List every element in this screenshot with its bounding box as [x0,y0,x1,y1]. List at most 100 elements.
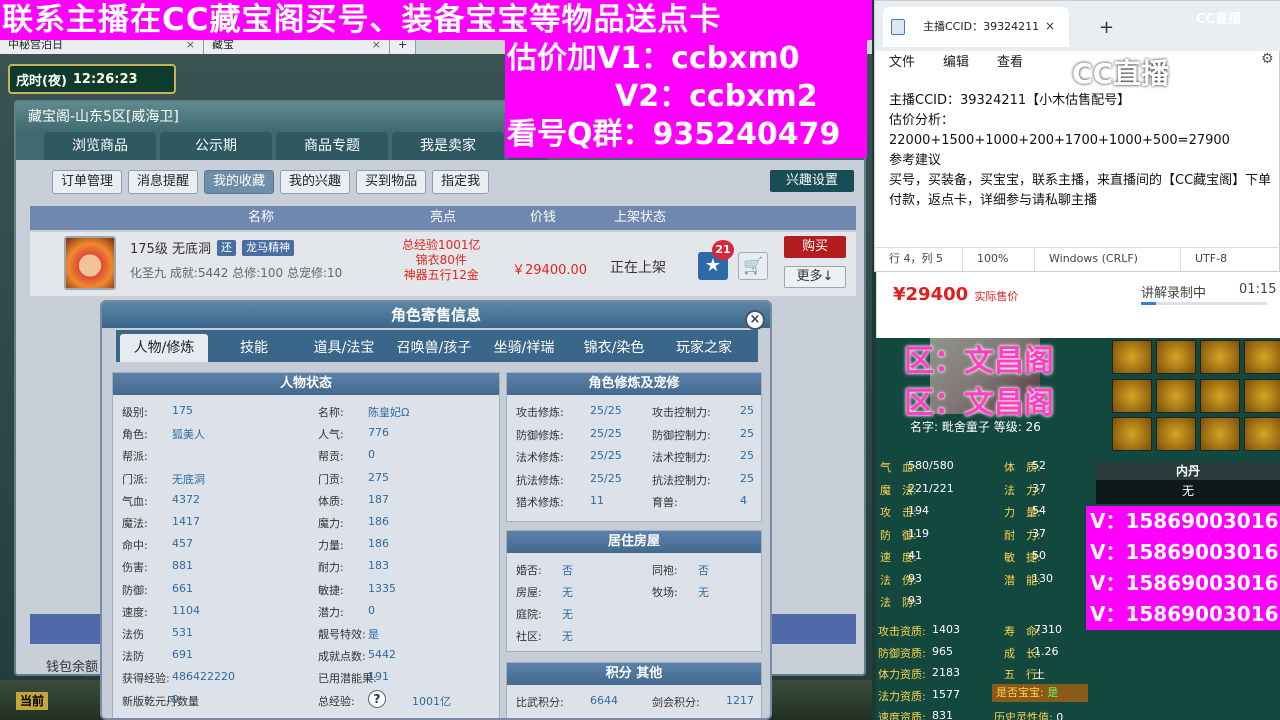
clock-time: 12:26:23 [72,71,138,87]
current-channel-button[interactable]: 当前 [16,692,48,710]
score-field-label: 比武积分: [516,696,564,709]
house-field: 房屋: 无 [516,584,573,600]
pet-skill-icon[interactable] [1244,417,1280,452]
status-field-value: 187 [368,492,389,506]
server-area-label: 区：文昌阁 [904,386,1054,421]
pet-aptitude-value: 1403 [932,623,960,636]
pet-skill-icon[interactable] [1156,417,1196,452]
status-field-label: 体质: [318,494,344,508]
pet-skill-icon[interactable] [1156,340,1196,374]
nav-topics[interactable]: 商品专题 [276,132,388,160]
menu-file[interactable]: 文件 [889,51,915,79]
subtab-messages[interactable]: 消息提醒 [128,170,199,194]
actual-price-note: 实际售价 [974,290,1019,303]
pet-stat: 体 质: 52 [1004,459,1046,475]
status-field-value: 275 [368,470,389,484]
notepad-tab[interactable]: 主播CCID：39324211 [883,7,1069,47]
tab-mounts[interactable]: 坐骑/祥瑞 [480,334,568,362]
pet-stat-value: 41 [908,549,922,562]
status-field-label: 门贡: [318,472,344,486]
buy-button[interactable]: 购买 [784,236,846,258]
pet-skill-icon[interactable] [1200,378,1240,413]
nav-public[interactable]: 公示期 [160,132,272,160]
pet-skill-icon[interactable] [1244,378,1280,413]
nav-seller[interactable]: 我是卖家 [392,132,504,160]
status-field-value: 9 [172,692,179,706]
tab-outfits[interactable]: 锦衣/染色 [570,334,658,362]
pet-skill-icon[interactable] [1112,417,1152,452]
cultivation-field-value: 25/25 [590,471,622,485]
tab-home[interactable]: 玩家之家 [660,334,748,362]
pet-skill-icon[interactable] [1244,340,1280,374]
cultivation-field-label: 抗法控制力: [652,473,711,487]
more-button[interactable]: 更多↓ [784,266,846,288]
subtab-assigned[interactable]: 指定我 [432,170,490,194]
status-field-label: 获得经验: [122,672,170,686]
status-field: 耐力: 183 [318,559,389,575]
pet-skill-icon[interactable] [1200,417,1240,452]
pet-level-label: 等级: [993,420,1022,434]
menu-edit[interactable]: 编辑 [943,51,969,79]
status-field-label: 气血: [122,494,148,508]
neidan-box: 内丹 无 [1096,462,1280,504]
nav-browse[interactable]: 浏览商品 [44,132,156,160]
pet-skill-icon[interactable] [1112,378,1152,413]
pet-skill-icon[interactable] [1200,340,1240,374]
cc-logo: CC直播 [1196,12,1242,27]
pet-aptitude: 速度资质: 831 [878,709,953,720]
status-field: 获得经验: 486422220 [122,670,235,686]
help-icon[interactable]: ? [368,689,386,708]
house-panel-title: 居住房屋 [507,531,761,553]
row-title: 175级 无底洞 还 龙马精神 [130,238,294,257]
notepad-text-area[interactable]: 主播CCID：39324211【小木估售配号】 估价分析： 22000+1500… [889,91,1277,211]
pet-stat: 法 防: 93 [880,594,922,610]
cultivation-field: 防御控制力: 25 [652,427,754,443]
tab-pets[interactable]: 召唤兽/孩子 [390,334,478,362]
avatar[interactable] [64,236,116,290]
pet-aptitude-value: 1.26 [1034,644,1059,658]
status-field-label: 人气: [318,428,344,442]
status-field-value: 无底洞 [172,472,205,486]
pet-skill-icon[interactable] [1112,340,1152,374]
cultivation-field: 攻击修炼: 25/25 [516,404,622,420]
status-position: 行 4，列 5 [875,248,963,271]
new-tab-button[interactable]: + [1099,17,1114,38]
menu-view[interactable]: 查看 [997,51,1023,79]
col-highlight: 亮点 [430,210,457,225]
gear-icon[interactable]: ⚙ [1261,51,1274,67]
close-icon[interactable]: × [1045,19,1055,33]
cart-icon[interactable]: 🛒 [738,252,768,280]
tab-character[interactable]: 人物/修炼 [120,334,208,362]
status-field-value: 183 [368,559,389,573]
pet-name-label: 名字: [910,420,939,434]
score-field-label: 剑会积分: [652,696,700,709]
subtab-bought[interactable]: 买到物品 [356,170,427,194]
subtab-orders[interactable]: 订单管理 [52,170,123,194]
pet-stat-value: 580/580 [908,459,954,472]
subtab-interests[interactable]: 我的兴趣 [280,170,351,194]
pet-stat-value: 50 [1032,549,1046,562]
recording-time: 01:15 [1239,282,1277,297]
pet-skill-icon[interactable] [1156,378,1196,413]
table-row[interactable]: 175级 无底洞 还 龙马精神 化圣九 成就:5442 总修:100 总宠修:1… [30,232,856,296]
subtab-favorites[interactable]: 我的收藏 [204,170,275,194]
role-info-dialog: 角色寄售信息 × 人物/修炼 技能 道具/法宝 召唤兽/孩子 坐骑/祥瑞 锦衣/… [100,300,772,720]
interest-settings-button[interactable]: 兴趣设置 [770,170,854,192]
pet-stat: 潜 能: 130 [1004,572,1053,588]
status-field-value: 4372 [172,492,200,506]
cultivation-field-label: 防御修炼: [516,428,564,442]
close-icon[interactable]: × [745,310,765,330]
status-field-label: 角色: [122,428,148,442]
row-detail: 化圣九 成就:5442 总修:100 总宠修:10 [130,266,343,280]
tab-skills[interactable]: 技能 [210,334,298,362]
status-field-label: 魔力: [318,517,344,530]
status-field-value: 186 [368,537,389,551]
status-field-value: 0 [368,448,375,462]
status-field: 法伤 531 [122,626,193,642]
status-field-label: 靓号特效: [318,628,366,641]
status-field-value: 691 [172,648,193,662]
tab-items[interactable]: 道具/法宝 [300,334,388,362]
pet-aptitude: 攻击资质: 1403 [878,623,960,639]
table-header: 名称 亮点 价钱 上架状态 [30,206,856,230]
badge-return: 还 [216,239,236,256]
